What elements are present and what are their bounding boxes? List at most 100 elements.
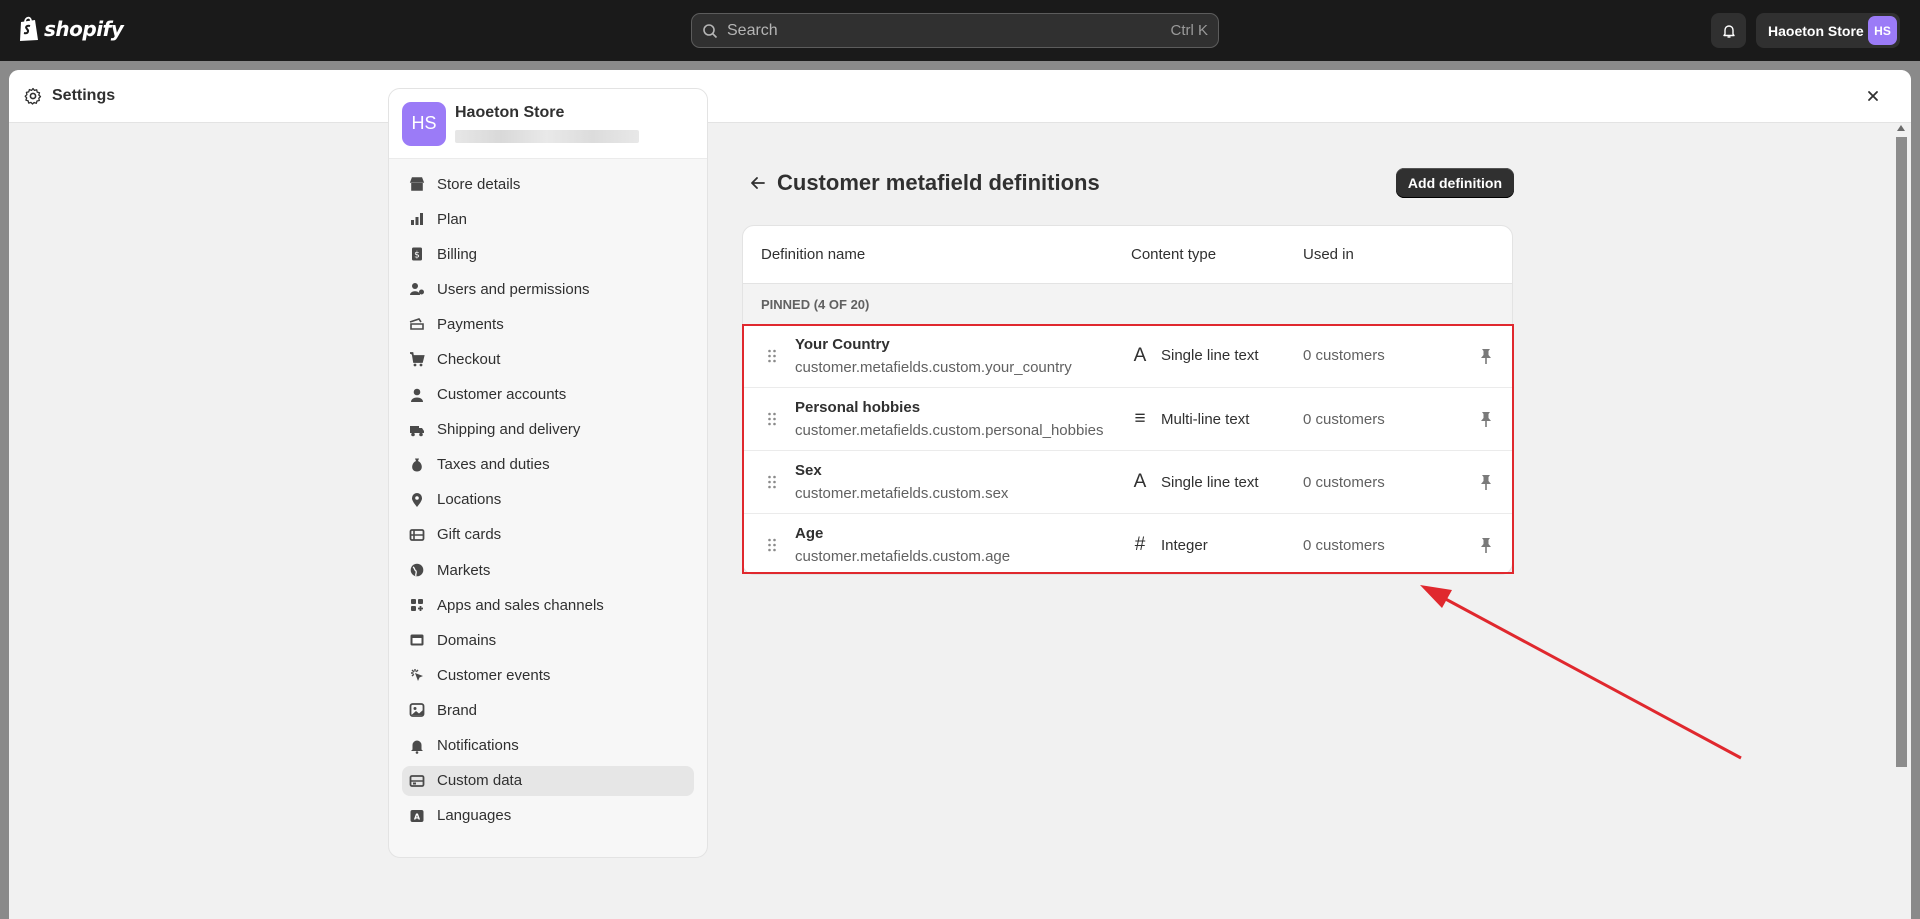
search-bar[interactable]: Search Ctrl K xyxy=(691,13,1219,48)
sidebar-item-payments[interactable]: Payments xyxy=(402,309,694,339)
location-icon xyxy=(409,492,425,508)
definition-key: customer.metafields.custom.age xyxy=(795,548,1011,565)
sidebar-item-billing[interactable]: $ Billing xyxy=(402,239,694,269)
search-shortcut: Ctrl K xyxy=(1170,22,1209,39)
pin-icon[interactable] xyxy=(1478,410,1494,428)
search-placeholder: Search xyxy=(727,21,778,39)
sidebar-item-locations[interactable]: Locations xyxy=(402,485,694,515)
close-button[interactable] xyxy=(1863,86,1883,106)
custom-data-icon xyxy=(409,773,425,789)
sidebar-item-notifications[interactable]: Notifications xyxy=(402,731,694,761)
scrollbar-thumb[interactable] xyxy=(1896,137,1907,767)
domain-icon xyxy=(409,632,425,648)
content-type-icon: A xyxy=(1133,471,1147,492)
bell-icon xyxy=(409,738,425,754)
table-row[interactable]: Age customer.metafields.custom.age # Intege… xyxy=(743,513,1512,574)
sidebar-item-shipping-and-delivery[interactable]: Shipping and delivery xyxy=(402,415,694,445)
column-content-type: Content type xyxy=(1131,246,1217,263)
table-header: Definition name Content type Used in xyxy=(743,226,1512,284)
notifications-button[interactable] xyxy=(1711,13,1746,48)
billing-icon: $ xyxy=(409,246,425,262)
add-definition-button[interactable]: Add definition xyxy=(1395,168,1514,198)
sidebar-item-store-details[interactable]: Store details xyxy=(402,169,694,199)
table-row[interactable]: Your Country customer.metafields.custom.y… xyxy=(743,324,1512,387)
sidebar-item-label: Plan xyxy=(437,210,468,228)
sidebar-item-label: Brand xyxy=(437,701,478,719)
definitions-list: Your Country customer.metafields.custom.y… xyxy=(743,324,1512,574)
scroll-up-arrow[interactable] xyxy=(1897,125,1905,131)
sidebar-item-markets[interactable]: Markets xyxy=(402,555,694,585)
store-icon xyxy=(409,176,425,192)
content-type-label: Single line text xyxy=(1161,347,1259,364)
content-type-cell: # Integer xyxy=(1131,534,1208,555)
column-used-in: Used in xyxy=(1303,246,1354,263)
money-bag-icon xyxy=(409,457,425,473)
sidebar-item-domains[interactable]: Domains xyxy=(402,625,694,655)
settings-sidebar: HS Haoeton Store Store details Plan $ Billi… xyxy=(388,88,708,858)
column-definition-name: Definition name xyxy=(761,246,866,263)
sidebar-store-header[interactable]: HS Haoeton Store xyxy=(389,89,707,159)
sidebar-store-name: Haoeton Store xyxy=(455,104,565,121)
sidebar-item-plan[interactable]: Plan xyxy=(402,204,694,234)
drag-handle-icon[interactable] xyxy=(767,411,777,427)
drag-handle-icon[interactable] xyxy=(767,348,777,364)
used-in-count: 0 customers xyxy=(1303,473,1385,491)
content-type-icon: ≡ xyxy=(1134,408,1146,429)
sidebar-item-gift-cards[interactable]: Gift cards xyxy=(402,520,694,550)
definitions-card: Definition name Content type Used in PIN… xyxy=(742,225,1513,575)
avatar: HS xyxy=(1868,16,1897,45)
sidebar-item-checkout[interactable]: Checkout xyxy=(402,344,694,374)
gift-card-icon xyxy=(409,527,425,543)
definition-cell: Sex customer.metafields.custom.sex xyxy=(795,462,1008,502)
cart-icon xyxy=(409,351,425,367)
sidebar-item-label: Payments xyxy=(437,315,504,333)
shopify-bag-icon xyxy=(20,16,38,41)
sidebar-item-taxes-and-duties[interactable]: Taxes and duties xyxy=(402,450,694,480)
brand-wordmark: shopify xyxy=(44,16,124,41)
table-row[interactable]: Personal hobbies customer.metafields.cust… xyxy=(743,387,1512,450)
person-icon xyxy=(409,387,425,403)
sidebar-item-customer-events[interactable]: Customer events xyxy=(402,660,694,690)
sidebar-item-label: Taxes and duties xyxy=(437,456,550,474)
sidebar-item-label: Store details xyxy=(437,175,521,193)
sidebar-item-label: Checkout xyxy=(437,350,501,368)
sidebar-item-apps-and-sales-channels[interactable]: Apps and sales channels xyxy=(402,590,694,620)
sidebar-item-label: Domains xyxy=(437,631,497,649)
definition-key: customer.metafields.custom.personal_hobb… xyxy=(795,422,1104,439)
language-icon: A xyxy=(409,808,425,824)
truck-icon xyxy=(409,422,425,438)
sidebar-item-brand[interactable]: Brand xyxy=(402,695,694,725)
store-menu-button[interactable]: Haoeton Store HS xyxy=(1756,13,1900,48)
top-bar: shopify Search Ctrl K Haoeton Store HS xyxy=(0,0,1920,61)
cursor-icon xyxy=(409,667,425,683)
drag-handle-icon[interactable] xyxy=(767,474,777,490)
sidebar-nav: Store details Plan $ Billing Users and permi… xyxy=(389,159,707,846)
sidebar-item-customer-accounts[interactable]: Customer accounts xyxy=(402,380,694,410)
shopify-logo[interactable]: shopify xyxy=(18,15,124,42)
svg-text:$: $ xyxy=(414,251,420,261)
sidebar-item-languages[interactable]: A Languages xyxy=(402,801,694,831)
sidebar-item-label: Markets xyxy=(437,561,491,579)
brand-icon xyxy=(409,702,425,718)
definition-cell: Age customer.metafields.custom.age xyxy=(795,525,1010,565)
pin-icon[interactable] xyxy=(1478,347,1494,365)
sidebar-item-custom-data[interactable]: Custom data xyxy=(402,765,694,796)
sidebar-item-label: Customer events xyxy=(437,666,551,684)
scrollbar[interactable] xyxy=(1894,125,1909,919)
pin-icon[interactable] xyxy=(1478,536,1494,554)
back-arrow-icon[interactable] xyxy=(748,173,768,193)
definition-key: customer.metafields.custom.sex xyxy=(795,485,1009,502)
redacted-store-url xyxy=(455,130,639,143)
globe-icon xyxy=(409,562,425,578)
content-type-icon: # xyxy=(1134,534,1146,555)
close-icon xyxy=(1868,91,1878,101)
drag-handle-icon[interactable] xyxy=(767,537,777,553)
definition-name: Sex xyxy=(795,462,822,479)
definition-key: customer.metafields.custom.your_country xyxy=(795,358,1072,376)
pin-icon[interactable] xyxy=(1478,473,1494,491)
used-in-count: 0 customers xyxy=(1303,347,1385,364)
sidebar-item-users-and-permissions[interactable]: Users and permissions xyxy=(402,274,694,304)
table-row[interactable]: Sex customer.metafields.custom.sex A Single… xyxy=(743,450,1512,513)
content-type-cell: ≡ Multi-line text xyxy=(1131,408,1249,429)
users-icon xyxy=(409,281,425,297)
